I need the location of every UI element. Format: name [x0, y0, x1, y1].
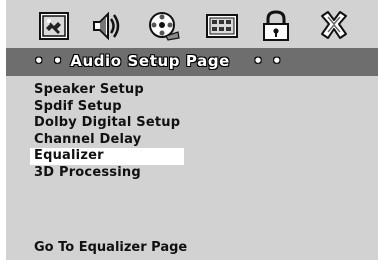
header-prefix-dots: • • — [34, 52, 65, 70]
exit-icon[interactable] — [316, 8, 352, 44]
audio-setup-menu: Speaker Setup Spdif Setup Dolby Digital … — [30, 82, 184, 182]
general-setup-icon[interactable] — [36, 8, 72, 44]
setup-screen: • • Audio Setup Page • • Speaker Setup S… — [0, 0, 383, 260]
menu-item-equalizer[interactable]: Equalizer — [30, 148, 184, 165]
video-setup-icon[interactable] — [146, 8, 182, 44]
setup-toolbar — [36, 8, 356, 48]
menu-item-dolby-digital-setup[interactable]: Dolby Digital Setup — [30, 115, 184, 132]
menu-item-spdif-setup[interactable]: Spdif Setup — [30, 99, 184, 116]
header-title: Audio Setup Page — [70, 52, 230, 70]
menu-item-3d-processing[interactable]: 3D Processing — [30, 165, 184, 182]
password-lock-icon[interactable] — [258, 8, 294, 44]
audio-setup-icon[interactable] — [90, 8, 126, 44]
status-hint: Go To Equalizer Page — [34, 240, 188, 255]
preference-icon[interactable] — [204, 8, 240, 44]
page-header: • • Audio Setup Page • • — [6, 48, 378, 76]
menu-item-speaker-setup[interactable]: Speaker Setup — [30, 82, 184, 99]
header-suffix-dots: • • — [253, 52, 284, 70]
page-title: • • Audio Setup Page • • — [34, 52, 284, 70]
menu-item-channel-delay[interactable]: Channel Delay — [30, 132, 184, 149]
